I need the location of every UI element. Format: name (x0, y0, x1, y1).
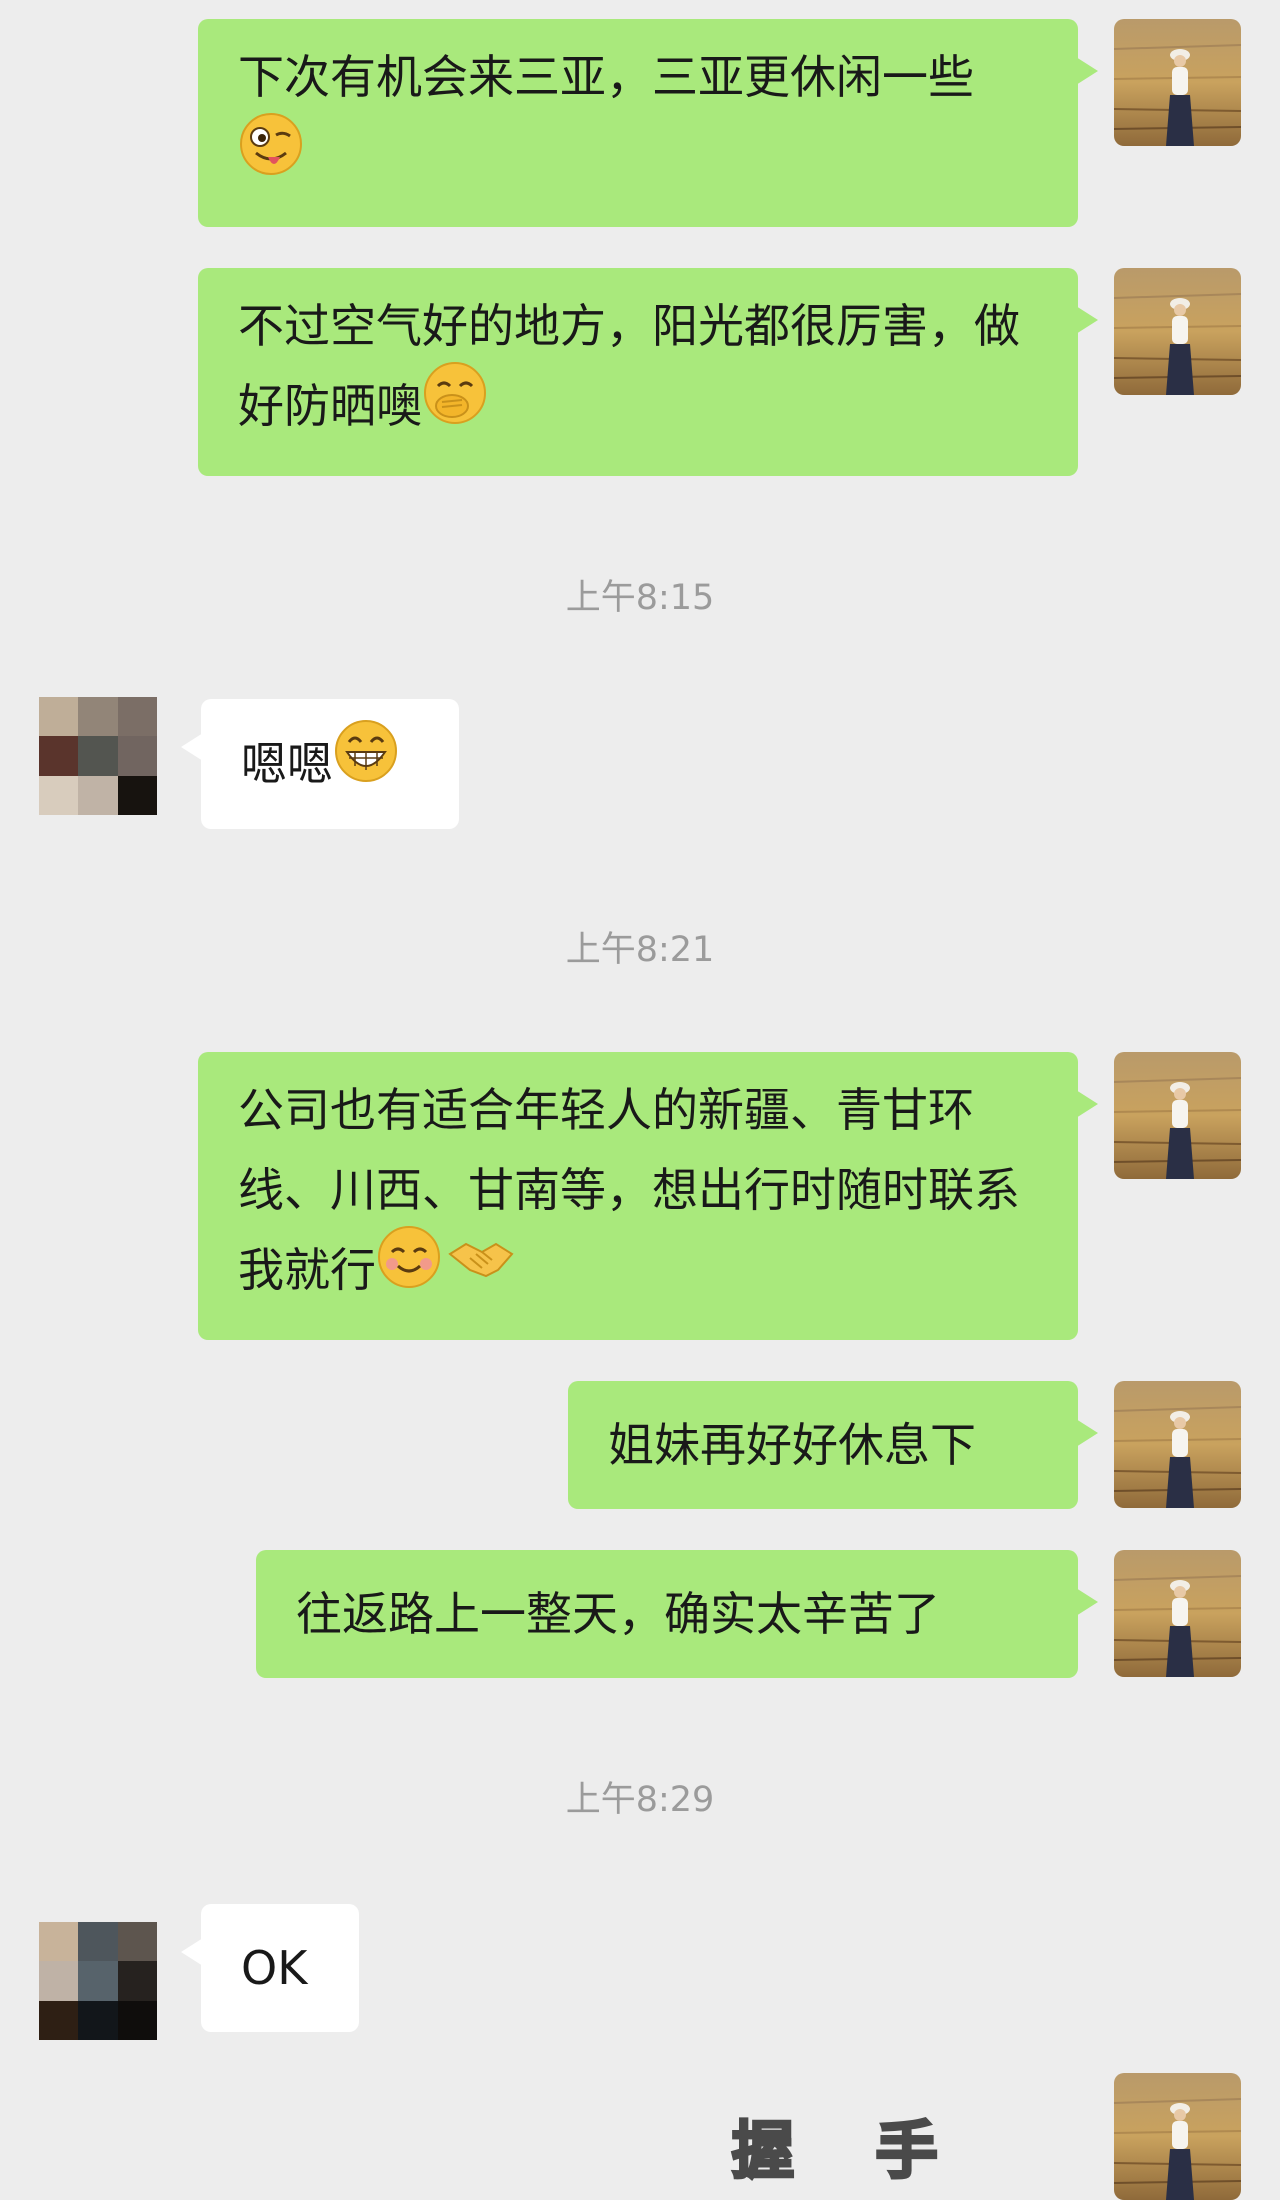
message-bubble-outgoing[interactable]: 公司也有适合年轻人的新疆、青甘环线、川西、甘南等，想出行时随时联系我就行 (198, 1052, 1098, 1340)
my-avatar[interactable] (1114, 268, 1241, 395)
hand-over-mouth-emoji-icon (422, 360, 488, 450)
message-timestamp: 上午8:29 (565, 1780, 715, 1820)
message-timestamp: 上午8:21 (565, 930, 715, 970)
handshake-emoji-icon (446, 1224, 516, 1314)
message-text: OK (241, 1941, 308, 1995)
contact-avatar[interactable] (39, 1922, 157, 2040)
sticker-text: 握 手 (731, 2113, 968, 2189)
message-bubble-outgoing[interactable]: 姐妹再好好休息下 (568, 1381, 1098, 1509)
my-avatar[interactable] (1114, 1052, 1241, 1179)
message-bubble-incoming[interactable]: 嗯嗯 (181, 699, 459, 829)
message-bubble-outgoing[interactable]: 下次有机会来三亚，三亚更休闲一些 (198, 19, 1098, 227)
message-bubble-outgoing[interactable]: 往返路上一整天，确实太辛苦了 (256, 1550, 1098, 1678)
message-bubble-incoming[interactable]: OK (181, 1904, 359, 2032)
contact-avatar[interactable] (39, 697, 157, 815)
message-timestamp: 上午8:15 (565, 578, 715, 618)
my-avatar[interactable] (1114, 19, 1241, 146)
my-avatar[interactable] (1114, 2073, 1241, 2200)
message-text: 不过空气好的地方，阳光都很厉害，做好防晒噢 (238, 299, 1020, 433)
message-text: 公司也有适合年轻人的新疆、青甘环线、川西、甘南等，想出行时随时联系我就行 (238, 1083, 1020, 1297)
message-text: 往返路上一整天，确实太辛苦了 (296, 1587, 940, 1641)
my-avatar[interactable] (1114, 1550, 1241, 1677)
handshake-sticker[interactable]: 握 手 (731, 2100, 968, 2190)
message-text: 姐妹再好好休息下 (608, 1418, 976, 1472)
my-avatar[interactable] (1114, 1381, 1241, 1508)
message-text: 下次有机会来三亚，三亚更休闲一些 (238, 50, 974, 104)
grinning-emoji-icon (333, 718, 399, 808)
message-bubble-outgoing[interactable]: 不过空气好的地方，阳光都很厉害，做好防晒噢 (198, 268, 1098, 476)
smiling-emoji-icon (376, 1224, 442, 1314)
winking-tongue-emoji-icon (238, 111, 304, 201)
message-text: 嗯嗯 (241, 737, 333, 791)
